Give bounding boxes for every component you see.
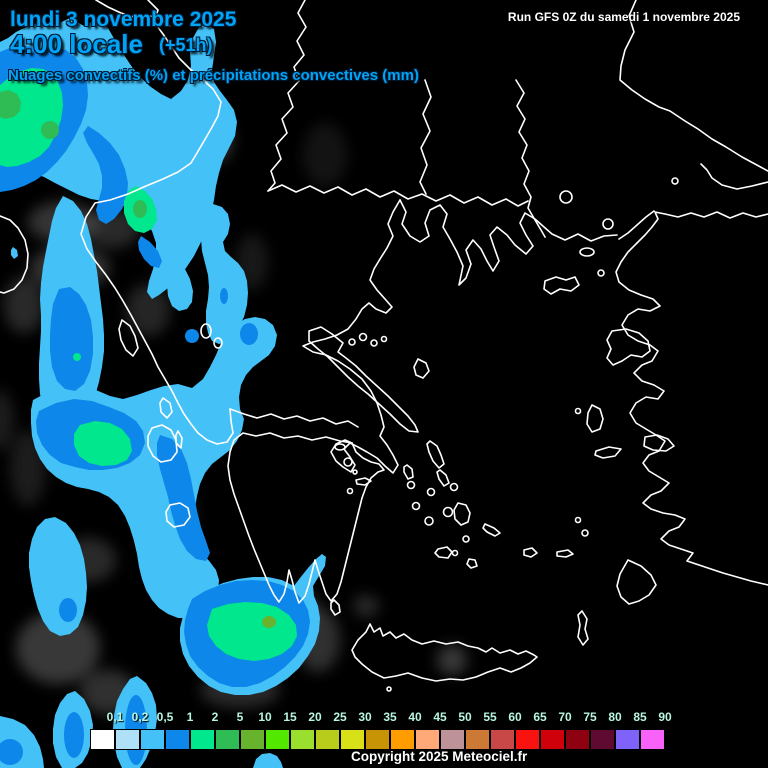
legend-label: 70 (558, 710, 572, 724)
legend-swatches (90, 729, 665, 750)
legend-swatch (640, 729, 665, 750)
legend-swatch (90, 729, 115, 750)
legend-swatch (390, 729, 415, 750)
legend-swatch (115, 729, 140, 750)
legend-label: 30 (358, 710, 372, 724)
legend-swatch (365, 729, 390, 750)
legend-label: 0,1 (106, 710, 124, 724)
legend-label: 80 (608, 710, 622, 724)
legend-label: 2 (211, 710, 219, 724)
legend-swatch (315, 729, 340, 750)
local-time: 4:00 locale (10, 29, 143, 59)
legend-swatch (290, 729, 315, 750)
legend-label: 65 (533, 710, 547, 724)
legend-swatch (215, 729, 240, 750)
weather-map (0, 0, 768, 768)
weather-map-page: lundi 3 novembre 2025 4:00 locale (+51h) … (0, 0, 768, 768)
legend-label: 55 (483, 710, 497, 724)
legend-swatch (165, 729, 190, 750)
date-line: lundi 3 novembre 2025 (10, 8, 237, 31)
legend-label: 90 (658, 710, 672, 724)
legend-labels: 0,1 0,2 0,5 1 2 5 10 15 20 25 30 35 40 45 50 55 60 65 70 75… (90, 710, 690, 726)
legend-swatch (565, 729, 590, 750)
legend-label: 35 (383, 710, 397, 724)
legend-label: 40 (408, 710, 422, 724)
legend-label: 5 (236, 710, 244, 724)
time-row: 4:00 locale (+51h) (10, 31, 213, 57)
legend-label: 0,2 (131, 710, 149, 724)
model-run-info: Run GFS 0Z du samedi 1 novembre 2025 (507, 10, 740, 24)
copyright: Copyright 2025 Meteociel.fr (351, 749, 528, 764)
legend-label: 45 (433, 710, 447, 724)
legend-swatch (340, 729, 365, 750)
precip-olive-spot (262, 616, 276, 628)
legend-label: 1 (186, 710, 194, 724)
legend-swatch (140, 729, 165, 750)
legend-swatch (590, 729, 615, 750)
legend-label: 50 (458, 710, 472, 724)
forecast-offset: (+51h) (158, 35, 213, 55)
legend-label: 10 (258, 710, 272, 724)
legend-label: 20 (308, 710, 322, 724)
legend-label: 25 (333, 710, 347, 724)
legend-label: 0,5 (156, 710, 174, 724)
legend-swatch (515, 729, 540, 750)
legend-swatch (415, 729, 440, 750)
legend-label: 15 (283, 710, 297, 724)
legend-label: 75 (583, 710, 597, 724)
legend-swatch (490, 729, 515, 750)
legend-swatch (265, 729, 290, 750)
legend-swatch (240, 729, 265, 750)
legend-swatch (540, 729, 565, 750)
legend-swatch (465, 729, 490, 750)
legend-swatch (440, 729, 465, 750)
map-subtitle: Nuages convectifs (%) et précipitations … (8, 67, 419, 84)
legend-swatch (615, 729, 640, 750)
legend-swatch (190, 729, 215, 750)
legend-label: 60 (508, 710, 522, 724)
legend-label: 85 (633, 710, 647, 724)
